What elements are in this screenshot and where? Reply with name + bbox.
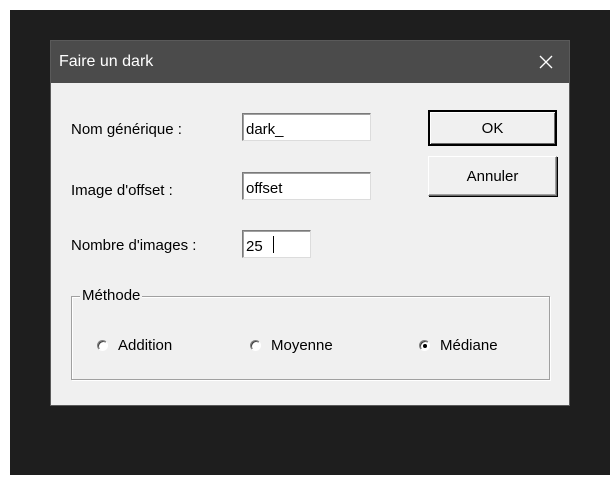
close-button[interactable]	[523, 41, 569, 83]
radio-addition[interactable]: Addition	[97, 337, 172, 354]
method-legend: Méthode	[80, 287, 143, 304]
image-count-label: Nombre d'images :	[71, 237, 197, 254]
close-icon	[538, 54, 554, 70]
offset-image-field[interactable]	[242, 172, 371, 200]
dialog-window: Faire un dark Nom générique : Image d'of…	[50, 40, 570, 406]
generic-name-label: Nom générique :	[71, 121, 182, 138]
title-bar[interactable]: Faire un dark	[51, 41, 569, 83]
offset-image-label: Image d'offset :	[71, 182, 173, 199]
radio-moyenne-label: Moyenne	[271, 337, 333, 354]
text-cursor	[273, 236, 274, 253]
cancel-button[interactable]: Annuler	[428, 156, 557, 196]
generic-name-field[interactable]	[242, 113, 371, 141]
radio-moyenne[interactable]: Moyenne	[250, 337, 333, 354]
radio-selected-icon	[419, 340, 430, 351]
ok-button[interactable]: OK	[428, 110, 557, 146]
radio-circle-icon	[97, 340, 108, 351]
radio-mediane[interactable]: Médiane	[419, 337, 498, 354]
dialog-title: Faire un dark	[59, 53, 154, 70]
radio-mediane-label: Médiane	[440, 337, 498, 354]
radio-circle-icon	[250, 340, 261, 351]
radio-addition-label: Addition	[118, 337, 173, 354]
image-count-field[interactable]	[242, 230, 311, 258]
method-groupbox: Méthode Addition Moyenne Médiane	[71, 287, 550, 380]
